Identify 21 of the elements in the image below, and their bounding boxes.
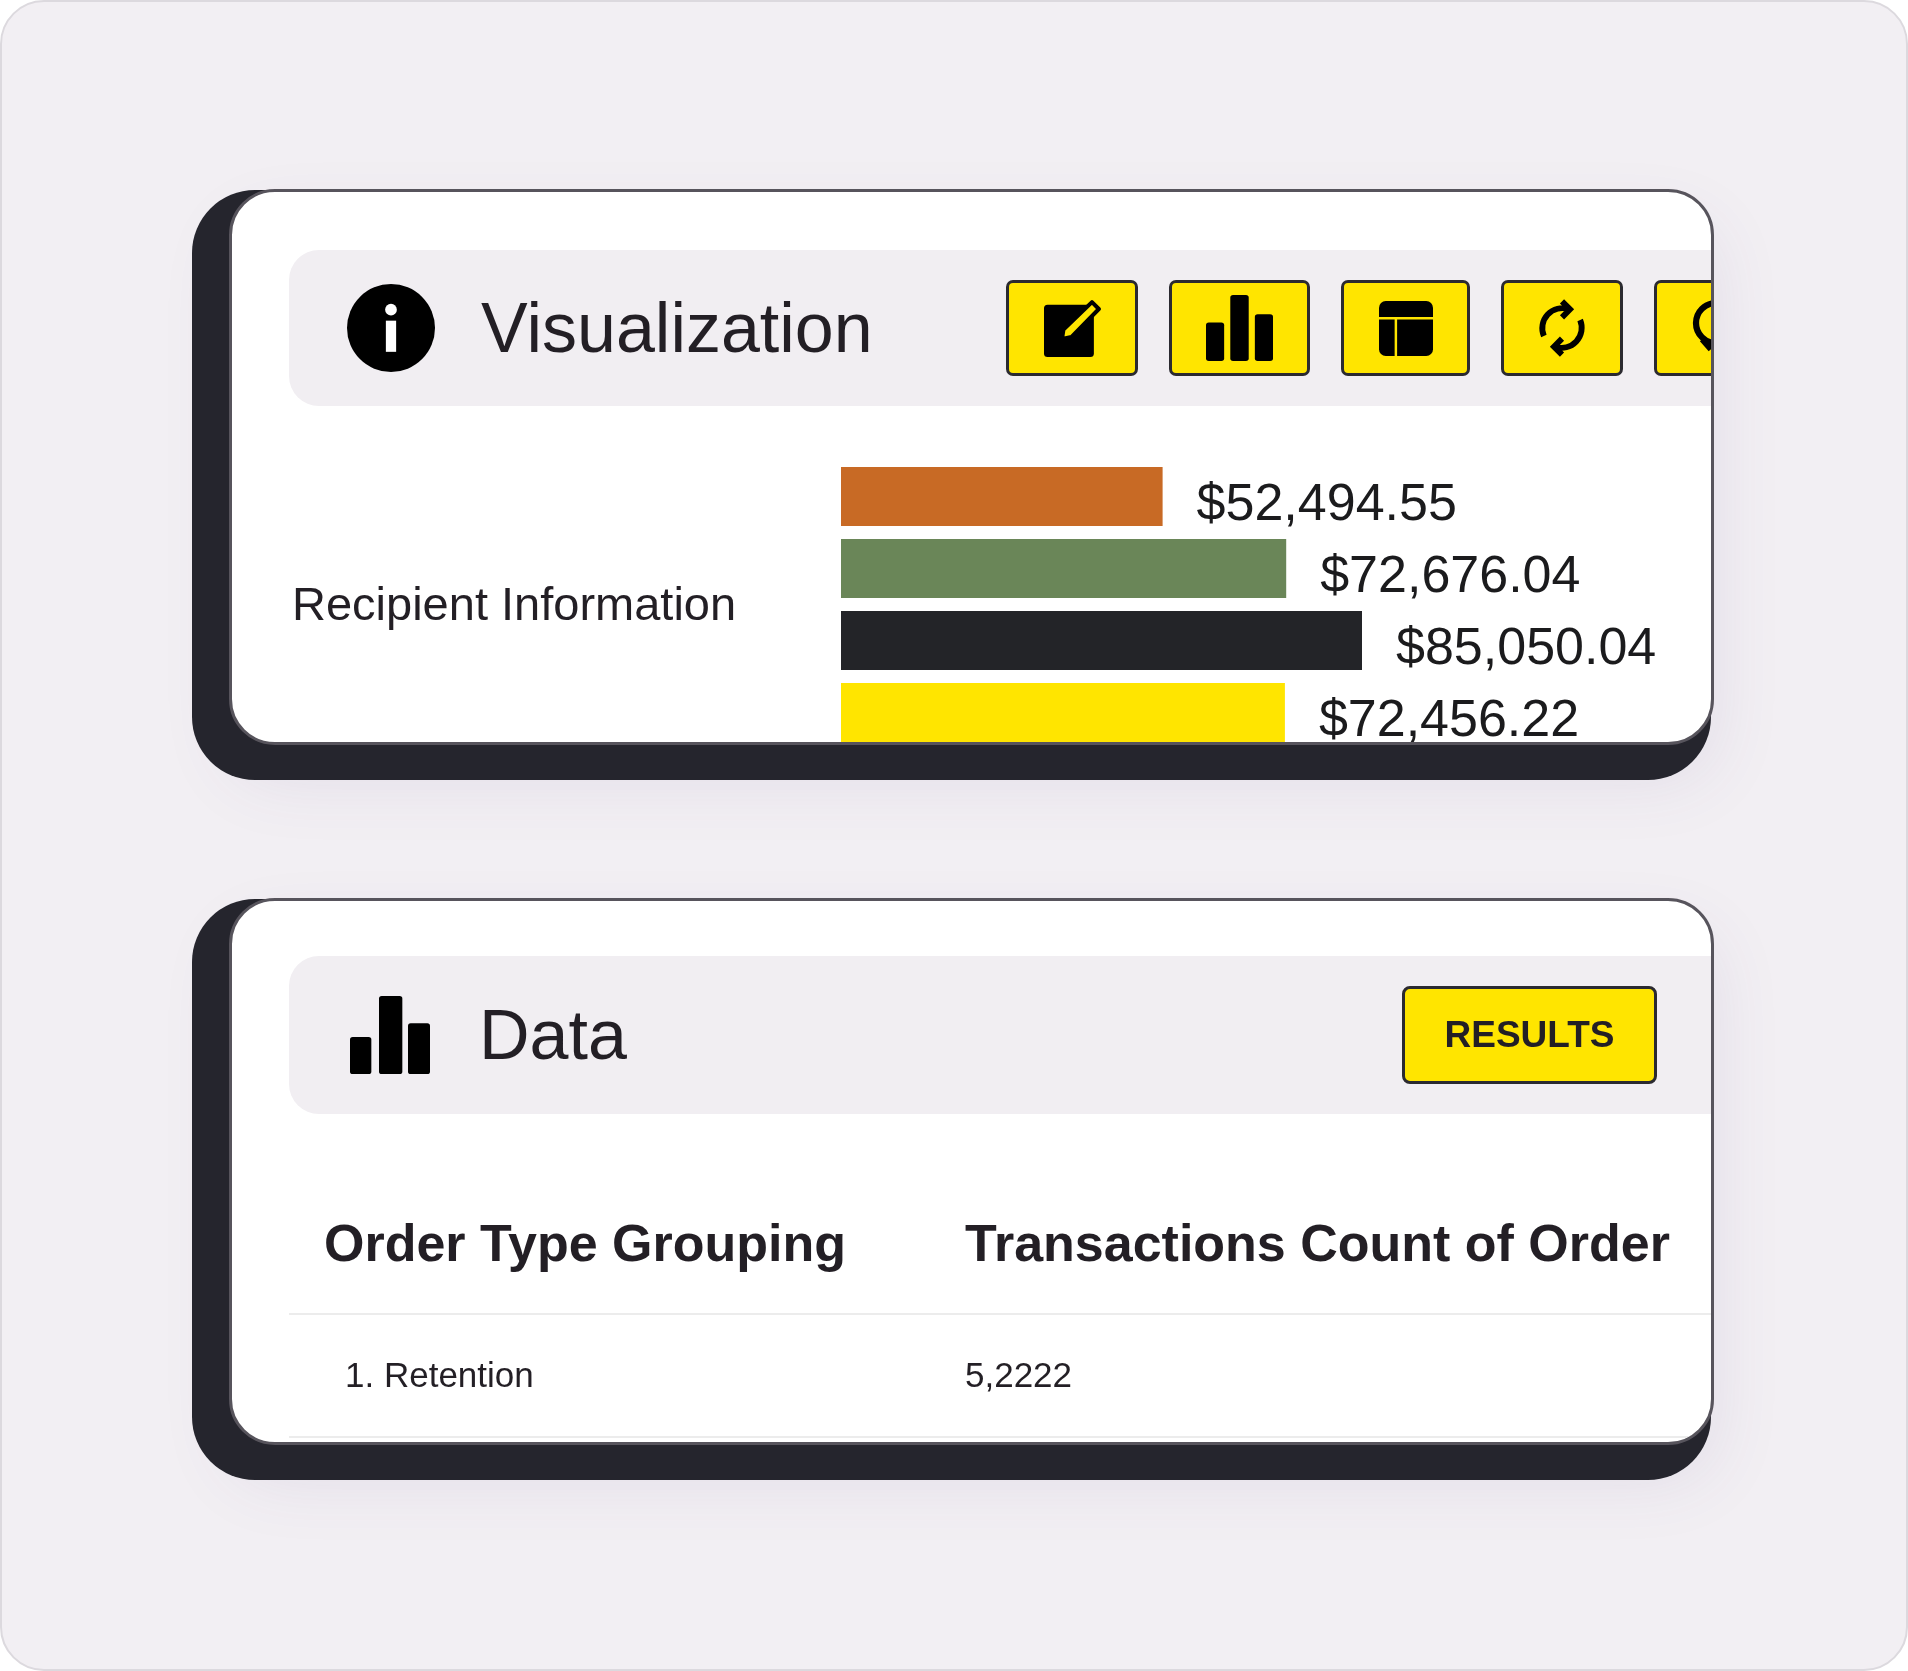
table-icon [1378,300,1433,356]
refresh-button[interactable] [1501,280,1623,376]
edit-button[interactable] [1006,280,1138,376]
table-cell: 1. Retention [345,1355,534,1395]
results-button[interactable]: RESULTS [1402,986,1657,1084]
search-button[interactable] [1654,280,1711,376]
column-header: Order Type Grouping [324,1214,846,1272]
value-label: $72,676.04 [1320,545,1581,603]
value-label: $52,494.55 [1196,473,1457,531]
column-header: Transactions Count of Order [965,1213,1670,1274]
value-label: $85,050.04 [1396,617,1657,675]
edit-icon [1043,299,1101,357]
category-label: Recipient Information [292,577,737,631]
bar-chart-icon [350,996,430,1074]
chart-button[interactable] [1169,280,1310,376]
panel-title: Visualization [481,289,873,367]
table-cell: 5,2222 [965,1354,1073,1397]
table-button[interactable] [1341,280,1470,376]
bar-chart-icon [1206,295,1273,361]
panel-title: Data [479,995,627,1076]
info-icon [347,284,435,372]
